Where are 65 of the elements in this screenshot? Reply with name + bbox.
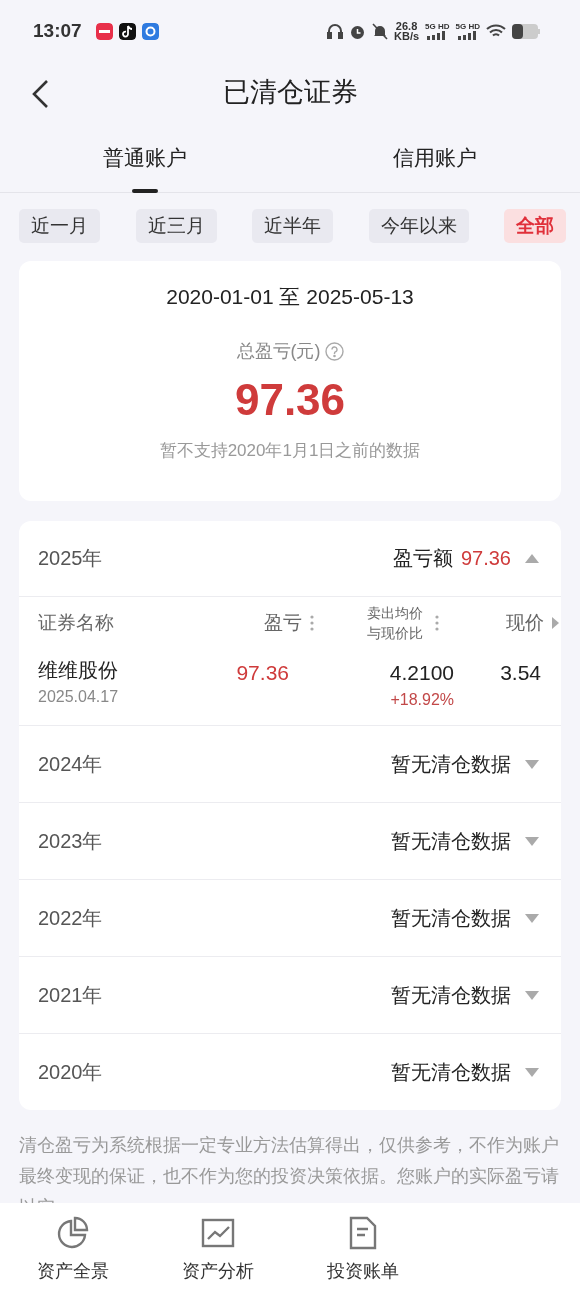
- network-type-label: 5G HD: [455, 22, 480, 31]
- year-label: 2023年: [38, 828, 104, 854]
- signal-bars-icon: [427, 31, 448, 40]
- nav-tab[interactable]: 资产全景: [0, 1203, 145, 1293]
- pnl-value: 97.36: [235, 661, 290, 685]
- account-tab[interactable]: 信用账户: [290, 129, 580, 192]
- wifi-icon: [486, 23, 506, 39]
- period-chip[interactable]: 今年以来: [368, 209, 469, 243]
- security-name: 维维股份: [38, 658, 119, 683]
- year-label: 2021年: [38, 982, 104, 1008]
- year-row[interactable]: 2020年 暂无清仓数据: [19, 1033, 561, 1110]
- period-chip[interactable]: 近半年: [252, 209, 333, 243]
- year-row[interactable]: 2023年 暂无清仓数据: [19, 802, 561, 879]
- back-chevron-icon: [30, 79, 50, 109]
- page-title: 已清仓证券: [222, 76, 358, 109]
- sell-price: 4.2100: [388, 661, 454, 685]
- app-icon: [141, 22, 159, 40]
- network-type-label: 5G HD: [425, 22, 450, 31]
- document-icon: [348, 1216, 377, 1250]
- account-tab[interactable]: 普通账户: [0, 129, 290, 192]
- no-data-status: 暂无清仓数据: [391, 982, 511, 1008]
- column-header: 证券名称: [38, 611, 114, 635]
- no-data-status: 暂无清仓数据: [391, 751, 511, 777]
- more-options-icon[interactable]: [435, 615, 440, 631]
- year-label: 2020年: [38, 1059, 104, 1085]
- pie-chart-icon: [55, 1216, 90, 1250]
- column-header: 现价: [506, 611, 544, 635]
- clock: 13:07: [33, 20, 82, 42]
- price-ratio: +18.92%: [389, 691, 454, 709]
- year-row[interactable]: 2025年 盈亏额 97.36: [19, 521, 561, 596]
- muted-bell-icon: [372, 22, 389, 40]
- scroll-right-icon[interactable]: [552, 617, 559, 629]
- no-data-status: 暂无清仓数据: [391, 905, 511, 931]
- year-label: 2022年: [38, 905, 104, 931]
- line-chart-icon: [200, 1218, 235, 1248]
- clear-date: 2025.04.17: [38, 688, 120, 706]
- current-price: 3.54: [499, 661, 542, 685]
- app-icon: [95, 22, 113, 40]
- year-row[interactable]: 2022年 暂无清仓数据: [19, 879, 561, 956]
- headphones-icon: [327, 23, 344, 39]
- data-notice: 暂不支持2020年1月1日之前的数据: [159, 440, 421, 462]
- pnl-amount-label: 盈亏额: [392, 546, 453, 571]
- column-header: 盈亏: [264, 611, 302, 635]
- total-pnl-value: 97.36: [234, 375, 346, 425]
- help-icon[interactable]: [324, 341, 344, 361]
- network-speed: 26.8 KB/s: [394, 21, 420, 41]
- more-options-icon[interactable]: [310, 615, 314, 631]
- pnl-amount-value: 97.36: [460, 547, 511, 570]
- year-label: 2024年: [38, 751, 104, 777]
- nav-tab[interactable]: 投资账单: [290, 1203, 435, 1293]
- period-chip[interactable]: 近一月: [19, 209, 100, 243]
- signal-bars-icon: [457, 31, 478, 40]
- year-row[interactable]: 2024年 暂无清仓数据: [19, 725, 561, 802]
- period-chip[interactable]: 近三月: [135, 209, 217, 243]
- total-pnl-label: 总盈亏(元): [236, 340, 321, 363]
- music-note-icon: [118, 22, 136, 40]
- nav-tab[interactable]: 资产分析: [145, 1203, 290, 1293]
- year-label: 2025年: [38, 546, 104, 571]
- no-data-status: 暂无清仓数据: [391, 828, 511, 854]
- year-row[interactable]: 2021年 暂无清仓数据: [19, 956, 561, 1033]
- period-chip[interactable]: 全部: [504, 209, 566, 243]
- battery-icon: [512, 23, 540, 39]
- date-range: 2020-01-01 至 2025-05-13: [166, 284, 414, 310]
- no-data-status: 暂无清仓数据: [391, 1059, 511, 1085]
- column-header: 卖出均价与现价比: [366, 604, 424, 643]
